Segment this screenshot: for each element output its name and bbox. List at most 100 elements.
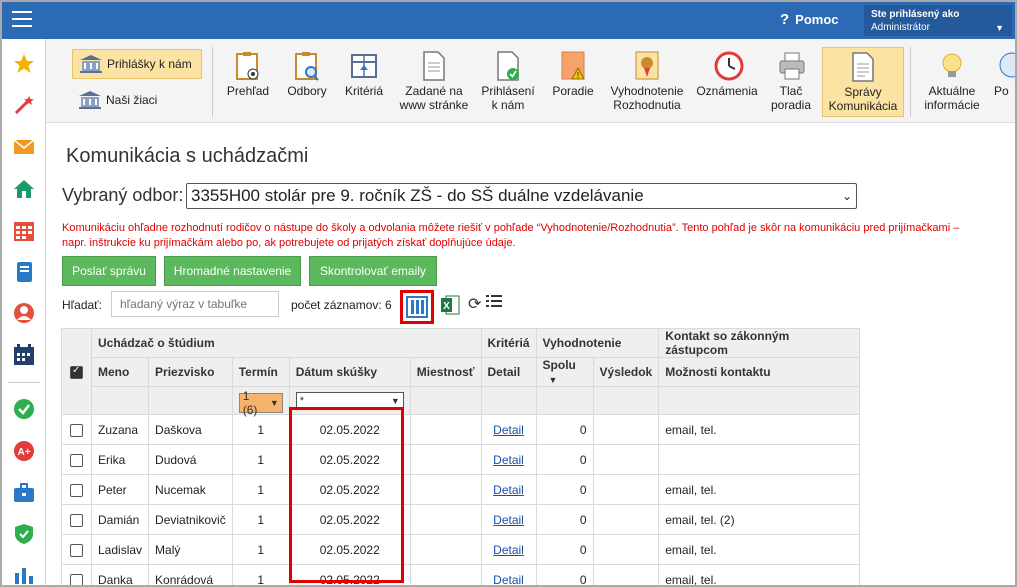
tab-cut-off-label: Po bbox=[994, 84, 1009, 98]
main-toolbar: Prihlášky k nám Naši žiaci Prehľad Odbor… bbox=[46, 39, 1015, 123]
detail-link[interactable]: Detail bbox=[493, 543, 524, 557]
refresh-icon[interactable]: ⟳ bbox=[468, 294, 481, 314]
search-input[interactable] bbox=[111, 291, 279, 317]
cell-spolu: 0 bbox=[535, 504, 594, 535]
tab-spravy-komunikacia[interactable]: Správy Komunikácia bbox=[822, 47, 904, 117]
row-checkbox[interactable] bbox=[70, 543, 83, 557]
tab-vyhodnotenie-label: Vyhodnotenie Rozhodnutia bbox=[610, 84, 684, 112]
cell-priezvisko: Deviatnikovič bbox=[148, 504, 233, 535]
row-select-cell bbox=[61, 564, 92, 585]
send-message-button[interactable]: Poslať správu bbox=[62, 256, 156, 286]
star-icon[interactable] bbox=[13, 53, 35, 75]
row-checkbox[interactable] bbox=[70, 513, 83, 527]
user-menu[interactable]: Ste prihlásený ako Administrátor ▼ bbox=[864, 5, 1012, 36]
record-count: počet záznamov: 6 bbox=[291, 298, 392, 312]
cell-termin: 1 bbox=[231, 534, 290, 565]
table-row[interactable]: Damián Deviatnikovič 1 02.05.2022 Detail 0 ema… bbox=[61, 504, 861, 535]
tab-prehlad[interactable]: Prehľad bbox=[220, 47, 276, 117]
bulk-settings-button[interactable]: Hromadné nastavenie bbox=[164, 256, 301, 286]
detail-link[interactable]: Detail bbox=[493, 423, 524, 437]
filter-empty bbox=[592, 386, 660, 415]
row-checkbox[interactable] bbox=[70, 423, 83, 437]
nasi-ziaci-button[interactable]: Naši žiaci bbox=[72, 85, 202, 115]
tab-zadane-www[interactable]: Zadané na www stránke bbox=[396, 47, 472, 117]
row-select-cell bbox=[61, 444, 92, 475]
excel-icon[interactable]: X bbox=[440, 294, 460, 319]
briefcase-icon[interactable] bbox=[13, 482, 35, 504]
cell-datum: 02.05.2022 bbox=[288, 504, 411, 535]
check-circle-icon[interactable] bbox=[13, 398, 35, 420]
row-checkbox[interactable] bbox=[70, 483, 83, 497]
shield-icon[interactable] bbox=[13, 523, 35, 545]
notebook-icon[interactable] bbox=[13, 261, 35, 283]
table-row[interactable]: Ladislav Malý 1 02.05.2022 Detail 0 email, tel… bbox=[61, 534, 861, 565]
filter-termin-cell: 1 (6) ▼ bbox=[231, 386, 290, 417]
tab-tlac-poradia[interactable]: Tlač poradia bbox=[766, 47, 816, 117]
detail-link[interactable]: Detail bbox=[493, 573, 524, 586]
cell-detail: Detail bbox=[480, 444, 537, 475]
tab-kriteria-label: Kritériá bbox=[344, 84, 383, 98]
tab-kriteria[interactable]: Kritériá bbox=[338, 47, 390, 117]
col-vysledok[interactable]: Výsledok bbox=[592, 357, 660, 387]
cell-miestnost bbox=[409, 534, 482, 565]
calendar-grid-icon[interactable] bbox=[13, 220, 35, 242]
col-kontakt[interactable]: Možnosti kontaktu bbox=[658, 357, 861, 387]
detail-link[interactable]: Detail bbox=[493, 453, 524, 467]
search-label: Hľadať: bbox=[62, 298, 103, 312]
tab-prihlaseni[interactable]: Prihlásení k nám bbox=[478, 47, 538, 117]
row-checkbox[interactable] bbox=[70, 453, 83, 467]
cell-kontakt bbox=[658, 444, 861, 475]
tab-aktualne-informacie[interactable]: Aktuálne informácie bbox=[916, 47, 988, 117]
termin-filter[interactable]: 1 (6) ▼ bbox=[238, 389, 283, 417]
tab-tlac-label: Tlač poradia bbox=[770, 84, 812, 112]
col-termin[interactable]: Termín bbox=[231, 357, 290, 387]
col-miestnost[interactable]: Miestnosť bbox=[409, 357, 482, 387]
help-button[interactable]: ? Pomoc bbox=[780, 11, 839, 28]
table-row[interactable]: Peter Nucemak 1 02.05.2022 Detail 0 email, tel… bbox=[61, 474, 861, 505]
sidebar-divider bbox=[8, 382, 40, 383]
col-detail[interactable]: Detail bbox=[480, 357, 537, 387]
prihlasky-label: Prihlášky k nám bbox=[107, 57, 192, 71]
tab-poradie[interactable]: ! Poradie bbox=[546, 47, 600, 117]
tab-vyhodnotenie[interactable]: Vyhodnotenie Rozhodnutia bbox=[606, 47, 688, 117]
termin-filter-value: 1 (6) bbox=[242, 388, 258, 417]
col-datum[interactable]: Dátum skúšky bbox=[288, 357, 411, 387]
menu-icon[interactable] bbox=[12, 11, 32, 27]
col-meno[interactable]: Meno bbox=[90, 357, 150, 387]
filter-empty bbox=[658, 386, 861, 415]
home-icon[interactable] bbox=[13, 178, 35, 200]
tab-oznamenia[interactable]: Oznámenia bbox=[694, 47, 760, 117]
col-priezvisko[interactable]: Priezvisko bbox=[148, 357, 233, 387]
svg-text:!: ! bbox=[577, 71, 579, 80]
cell-meno: Danka bbox=[90, 564, 150, 585]
bar-chart-icon[interactable] bbox=[13, 563, 35, 585]
tab-cut-off[interactable]: Po bbox=[992, 47, 1015, 117]
cell-meno: Peter bbox=[90, 474, 150, 505]
schedule-icon[interactable] bbox=[13, 344, 35, 366]
detail-link[interactable]: Detail bbox=[493, 513, 524, 527]
detail-link[interactable]: Detail bbox=[493, 483, 524, 497]
col-spolu[interactable]: Spolu ▼ bbox=[535, 357, 594, 387]
cell-meno: Damián bbox=[90, 504, 150, 535]
table-row[interactable]: Zuzana Daškova 1 02.05.2022 Detail 0 email, te… bbox=[61, 414, 861, 445]
cell-vysledok bbox=[592, 444, 660, 475]
award-icon[interactable]: A+ bbox=[13, 440, 35, 462]
mail-icon[interactable] bbox=[13, 136, 35, 158]
prihlasky-k-nam-button[interactable]: Prihlášky k nám bbox=[72, 49, 202, 79]
cell-detail: Detail bbox=[480, 534, 537, 565]
list-icon[interactable] bbox=[486, 294, 502, 311]
datum-filter[interactable]: * ▼ bbox=[295, 391, 404, 410]
filter-datum-cell: * ▼ bbox=[288, 386, 411, 415]
check-emails-button[interactable]: Skontrolovať emaily bbox=[309, 256, 437, 286]
select-all-checkbox[interactable] bbox=[70, 365, 83, 379]
table-row[interactable]: Erika Dudová 1 02.05.2022 Detail 0 bbox=[61, 444, 861, 475]
row-checkbox[interactable] bbox=[70, 573, 83, 585]
odbor-select[interactable]: 3355H00 stolár pre 9. ročník ZŠ - do SŠ … bbox=[186, 183, 857, 209]
chevron-down-icon: ▼ bbox=[269, 397, 279, 408]
column-chooser-button[interactable] bbox=[400, 290, 434, 324]
table-row[interactable]: Danka Konrádová 1 02.05.2022 Detail 0 email, t… bbox=[61, 564, 861, 586]
columns-icon bbox=[406, 296, 428, 318]
magic-wand-icon[interactable] bbox=[13, 94, 35, 116]
tab-odbory[interactable]: Odbory bbox=[282, 47, 332, 117]
user-icon[interactable] bbox=[13, 302, 35, 324]
